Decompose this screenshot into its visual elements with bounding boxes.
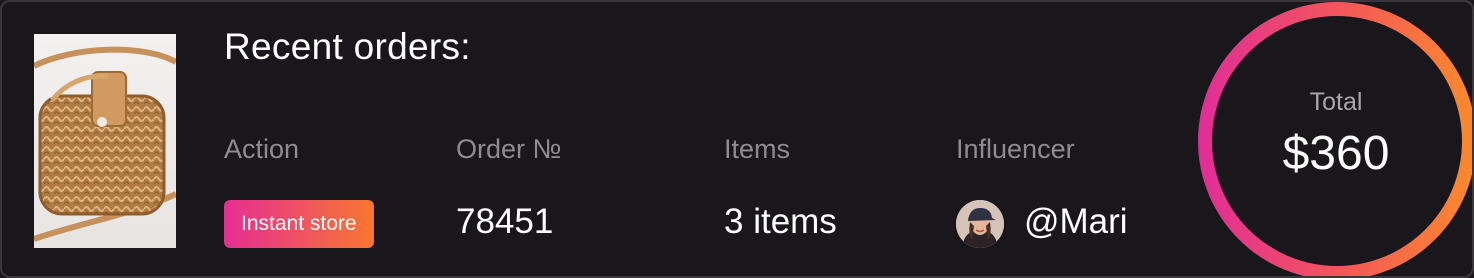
avatar-image [956, 200, 1004, 248]
total-label: Total [1309, 88, 1363, 116]
items-column-label: Items [724, 134, 791, 164]
items-count-value: 3 items [724, 202, 837, 241]
total-value: $360 [1282, 127, 1390, 180]
influencer-avatar [956, 200, 1004, 248]
order-number-column-label: Order № [456, 134, 562, 164]
action-column-label: Action [224, 134, 300, 164]
recent-orders-card: Recent orders: Action Order № Items Infl… [0, 0, 1474, 278]
order-number-value: 78451 [456, 202, 554, 241]
wicker-bag-image [34, 34, 176, 248]
influencer-column-label: Influencer [956, 134, 1075, 164]
influencer-handle[interactable]: @Mari [1024, 202, 1128, 242]
total-ring: Total $360 [1198, 2, 1472, 276]
product-thumbnail [34, 34, 176, 248]
instant-store-badge[interactable]: Instant store [224, 200, 374, 248]
card-title: Recent orders: [224, 26, 471, 67]
